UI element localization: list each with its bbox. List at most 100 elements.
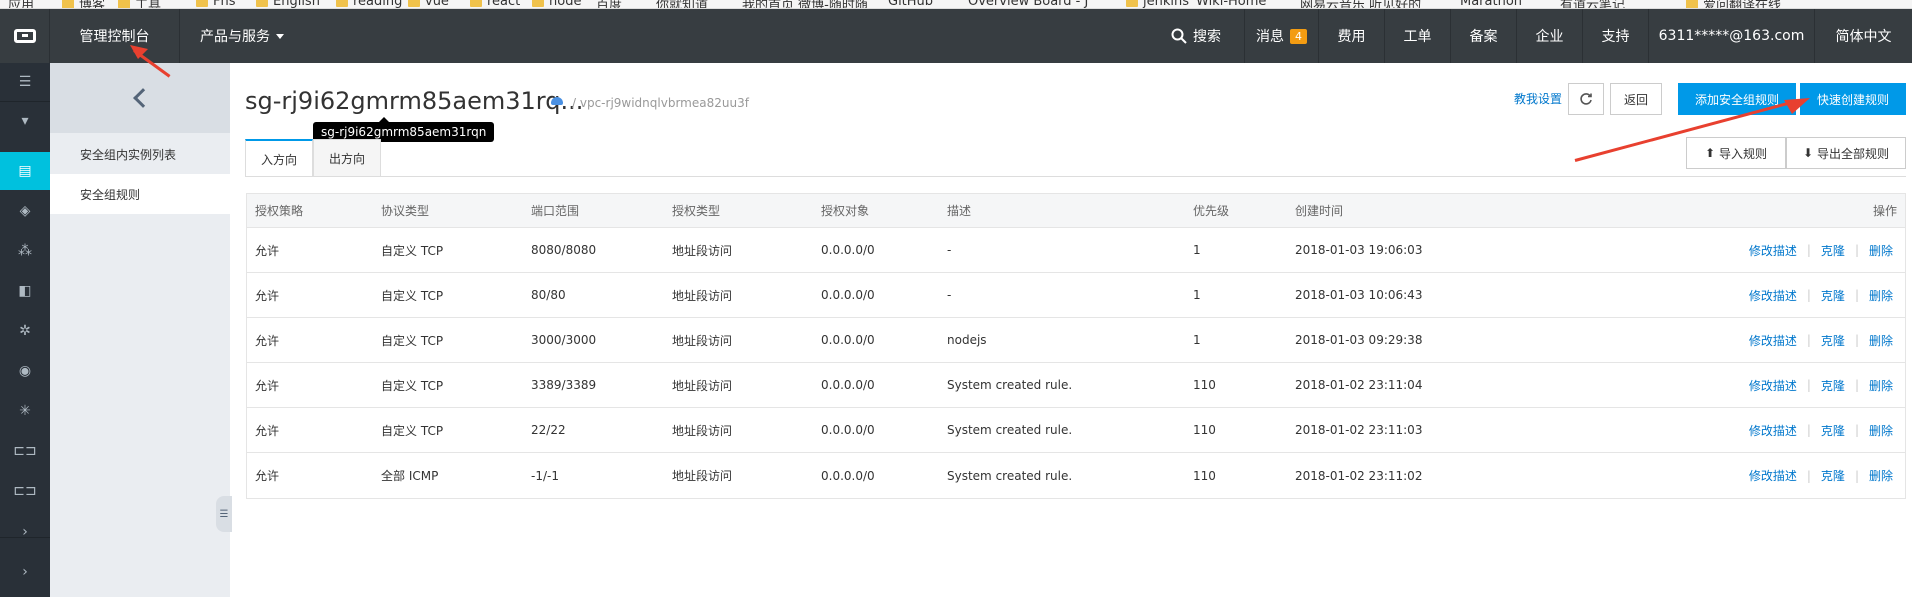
settings-icon[interactable]: ✲: [0, 312, 50, 350]
folder-icon: [470, 0, 482, 7]
products-menu[interactable]: 产品与服务: [182, 9, 302, 63]
page-title: sg-rj9i62gmrm85aem31rq...: [245, 87, 584, 115]
logo-button[interactable]: [0, 9, 50, 63]
bookmark[interactable]: Wiki-Home: [1196, 0, 1266, 8]
bookmark[interactable]: jenkins: [1126, 0, 1189, 8]
delete-link[interactable]: 删除: [1869, 377, 1893, 394]
bookmark[interactable]: Marathon: [1460, 0, 1522, 8]
server-list-icon[interactable]: ▤: [0, 152, 50, 190]
delete-link[interactable]: 删除: [1869, 287, 1893, 304]
export-rules-button[interactable]: ⬇ 导出全部规则: [1786, 137, 1906, 169]
refresh-button[interactable]: [1568, 83, 1604, 115]
tutorial-link[interactable]: 教我设置: [1514, 90, 1562, 107]
edit-description-link[interactable]: 修改描述: [1749, 467, 1797, 484]
sidebar-item-instances[interactable]: 安全组内实例列表: [50, 134, 230, 174]
chevron-right-icon[interactable]: ›: [0, 553, 50, 591]
row-actions: 修改描述 | 克隆 | 删除: [1749, 318, 1893, 362]
messages-button[interactable]: 消息 4: [1244, 9, 1318, 63]
menu-icon[interactable]: ☰: [0, 63, 50, 101]
action-divider: |: [1854, 333, 1859, 347]
edit-description-link[interactable]: 修改描述: [1749, 422, 1797, 439]
support-link[interactable]: 支持: [1582, 9, 1648, 63]
bookmark-label: GitHub: [888, 0, 934, 9]
chevron-down-icon[interactable]: ▾: [0, 102, 50, 140]
clone-link[interactable]: 克隆: [1821, 287, 1845, 304]
bookmark[interactable]: react: [470, 0, 520, 8]
bookmark[interactable]: 工具: [118, 0, 161, 8]
account-menu[interactable]: 6311*****@163.com: [1648, 9, 1814, 63]
enterprise-link[interactable]: 企业: [1516, 9, 1582, 63]
delete-link[interactable]: 删除: [1869, 422, 1893, 439]
bookmark-label: 你就知道: [656, 0, 709, 9]
cell-protocol: 自定义 TCP: [381, 423, 444, 438]
console-link[interactable]: 管理控制台: [50, 9, 180, 63]
back-button[interactable]: [50, 63, 230, 133]
clone-link[interactable]: 克隆: [1821, 467, 1845, 484]
add-rule-button[interactable]: 添加安全组规则: [1678, 83, 1796, 115]
clone-link[interactable]: 克隆: [1821, 242, 1845, 259]
bookmark[interactable]: 应用: [8, 0, 34, 8]
folder-icon: [256, 0, 268, 7]
folder-icon: [196, 0, 208, 7]
action-divider: |: [1806, 468, 1811, 483]
main-content: sg-rj9i62gmrm85aem31rq... / vpc-rj9widnq…: [230, 63, 1912, 597]
edit-description-link[interactable]: 修改描述: [1749, 287, 1797, 304]
edit-description-link[interactable]: 修改描述: [1749, 332, 1797, 349]
bookmark[interactable]: 你就知道: [656, 0, 709, 9]
delete-link[interactable]: 删除: [1869, 467, 1893, 484]
column-header: 优先级: [1193, 204, 1230, 218]
cell-port: 80/80: [531, 288, 566, 302]
bookmark[interactable]: 网易云音乐 听见好的: [1300, 0, 1421, 8]
link-icon[interactable]: ⊏⊐: [0, 432, 50, 470]
bookmark[interactable]: 有道云笔记: [1560, 0, 1625, 8]
cell-created: 2018-01-02 23:11:03: [1295, 423, 1423, 437]
clone-link[interactable]: 克隆: [1821, 332, 1845, 349]
bookmark[interactable]: 百度: [596, 0, 622, 8]
action-divider: |: [1806, 423, 1811, 437]
bookmark[interactable]: 博客: [62, 0, 105, 8]
fees-link[interactable]: 费用: [1318, 9, 1384, 63]
quick-create-button[interactable]: 快速创建规则: [1800, 83, 1906, 115]
bookmark[interactable]: 爱问翻译在线: [1686, 0, 1781, 8]
language-switcher[interactable]: 简体中文: [1814, 9, 1912, 63]
import-rules-button[interactable]: ⬆ 导入规则: [1686, 137, 1786, 169]
clone-link[interactable]: 克隆: [1821, 377, 1845, 394]
network-icon[interactable]: ✳: [0, 392, 50, 430]
bookmark[interactable]: Fhs: [196, 0, 236, 8]
cell-desc: System created rule.: [947, 423, 1073, 437]
bookmark[interactable]: 我的首页 微博-随时随: [742, 0, 868, 8]
tickets-link[interactable]: 工单: [1384, 9, 1450, 63]
delete-link[interactable]: 删除: [1869, 332, 1893, 349]
back-link-button[interactable]: 返回: [1610, 83, 1662, 115]
bookmark[interactable]: reading: [336, 0, 402, 8]
cluster-icon[interactable]: ⁂: [0, 232, 50, 270]
edit-description-link[interactable]: 修改描述: [1749, 242, 1797, 259]
bookmark[interactable]: node: [532, 0, 581, 8]
shield-icon[interactable]: ◈: [0, 192, 50, 230]
sidebar-item-rules[interactable]: 安全组规则: [50, 174, 230, 214]
cell-priority: 110: [1193, 378, 1216, 392]
link-icon[interactable]: ⊏⊐: [0, 472, 50, 510]
clone-link[interactable]: 克隆: [1821, 422, 1845, 439]
cell-priority: 110: [1193, 468, 1216, 483]
bookmark[interactable]: Overview Board - J: [968, 0, 1088, 8]
database-icon[interactable]: ◧: [0, 272, 50, 310]
bookmark[interactable]: English: [256, 0, 320, 8]
edit-description-link[interactable]: 修改描述: [1749, 377, 1797, 394]
search-button[interactable]: 搜索: [1156, 9, 1236, 63]
cell-port: 3389/3389: [531, 378, 597, 392]
cell-created: 2018-01-02 23:11:04: [1295, 378, 1423, 392]
filing-link[interactable]: 备案: [1450, 9, 1516, 63]
cell-auth-type: 地址段访问: [672, 243, 733, 258]
tab-outbound[interactable]: 出方向: [313, 139, 381, 176]
eye-icon[interactable]: ◉: [0, 352, 50, 390]
cell-port: 3000/3000: [531, 333, 597, 347]
cell-target: 0.0.0.0/0: [821, 423, 875, 437]
chevron-right-icon[interactable]: ›: [0, 513, 50, 551]
bookmark[interactable]: vue: [408, 0, 449, 8]
vpc-breadcrumb[interactable]: / vpc-rj9widnqlvbrmea82uu3f: [572, 96, 749, 110]
bookmark[interactable]: GitHub: [888, 0, 934, 9]
delete-link[interactable]: 删除: [1869, 242, 1893, 259]
tab-inbound[interactable]: 入方向: [245, 139, 313, 177]
cell-desc: System created rule.: [947, 468, 1073, 483]
